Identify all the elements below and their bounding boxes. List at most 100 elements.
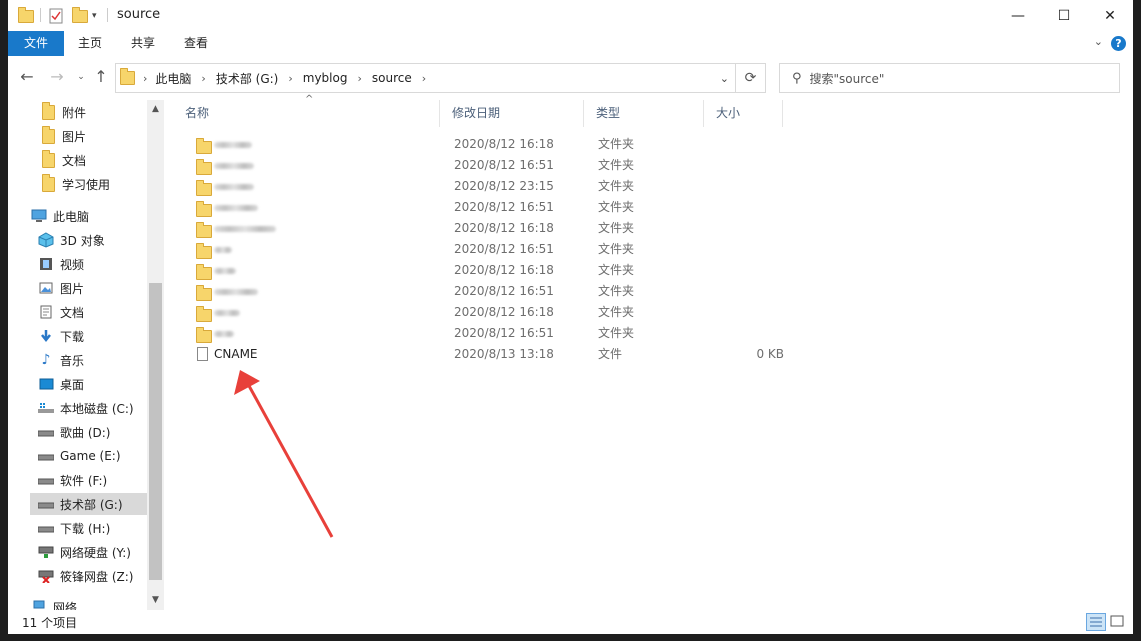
breadcrumb-separator-icon[interactable]: › bbox=[357, 72, 361, 85]
file-type: 文件夹 bbox=[598, 221, 635, 235]
sidebar-item-drive-g[interactable]: 技术部 (G:) bbox=[30, 493, 148, 515]
breadcrumb-separator-icon[interactable]: › bbox=[422, 72, 426, 85]
close-button[interactable]: ✕ bbox=[1087, 0, 1133, 31]
folder-icon bbox=[40, 101, 56, 120]
tab-share[interactable]: 共享 bbox=[125, 31, 161, 56]
table-row[interactable]: 2020/8/12 23:15 文件夹 bbox=[173, 176, 793, 197]
table-row[interactable]: 2020/8/12 16:51 文件夹 bbox=[173, 197, 793, 218]
minimize-button[interactable]: — bbox=[995, 0, 1041, 31]
expand-ribbon-icon[interactable]: ⌄ bbox=[1094, 35, 1103, 48]
sidebar-item-label: 文档 bbox=[62, 153, 87, 168]
breadcrumb-separator-icon[interactable]: › bbox=[288, 72, 292, 85]
column-header-name[interactable]: 名称 bbox=[173, 100, 440, 127]
network-drive-disconnected-icon bbox=[38, 569, 54, 583]
large-icons-view-button[interactable] bbox=[1108, 613, 1128, 631]
recent-locations-icon[interactable]: ⌄ bbox=[72, 72, 90, 82]
column-header-size[interactable]: 大小 bbox=[704, 100, 783, 127]
breadcrumb-myblog[interactable]: myblog bbox=[303, 71, 348, 85]
up-arrow-icon[interactable]: ↑ bbox=[92, 67, 110, 86]
customize-quick-access-icon[interactable]: ▾ bbox=[92, 7, 97, 25]
sidebar-item-pictures[interactable]: 图片 bbox=[38, 277, 84, 299]
blurred-name bbox=[214, 331, 234, 337]
sidebar-item-this-pc[interactable]: 此电脑 bbox=[31, 205, 89, 227]
table-row[interactable]: 2020/8/12 16:18 文件夹 bbox=[173, 302, 793, 323]
forward-arrow-icon[interactable]: → bbox=[48, 67, 66, 86]
sidebar-item-drive-f[interactable]: 软件 (F:) bbox=[38, 469, 107, 491]
folder-icon bbox=[40, 173, 56, 192]
drive-icon bbox=[38, 521, 54, 535]
drive-icon bbox=[38, 425, 54, 439]
new-folder-icon[interactable] bbox=[72, 6, 88, 25]
sidebar-item-pictures-folder[interactable]: 图片 bbox=[40, 125, 86, 147]
table-row[interactable]: 2020/8/12 16:51 文件夹 bbox=[173, 323, 793, 344]
sidebar-scrollbar[interactable]: ▲ ▼ bbox=[147, 100, 164, 610]
table-row[interactable]: 2020/8/12 16:18 文件夹 bbox=[173, 134, 793, 155]
sidebar-item-drive-c[interactable]: 本地磁盘 (C:) bbox=[38, 397, 134, 419]
table-row[interactable]: 2020/8/12 16:18 文件夹 bbox=[173, 260, 793, 281]
sidebar-item-label: 文档 bbox=[60, 305, 85, 320]
file-name: CNAME bbox=[214, 347, 258, 361]
scroll-down-icon[interactable]: ▼ bbox=[147, 595, 164, 605]
file-size bbox=[704, 176, 784, 197]
sidebar-item-label: 下载 bbox=[60, 329, 85, 344]
sidebar-item-downloads[interactable]: 下载 bbox=[38, 325, 84, 347]
folder-icon bbox=[196, 159, 212, 175]
sidebar-item-label: 网络硬盘 (Y:) bbox=[60, 545, 131, 560]
address-folder-icon bbox=[120, 68, 135, 86]
table-row[interactable]: 2020/8/12 16:18 文件夹 bbox=[173, 218, 793, 239]
table-row[interactable]: CNAME 2020/8/13 13:18 文件 0 KB bbox=[173, 344, 793, 365]
sidebar-item-drive-y[interactable]: 网络硬盘 (Y:) bbox=[38, 541, 131, 563]
breadcrumb-drive-g[interactable]: 技术部 (G:) bbox=[216, 70, 279, 87]
table-row[interactable]: 2020/8/12 16:51 文件夹 bbox=[173, 239, 793, 260]
sidebar-item-drive-e[interactable]: Game (E:) bbox=[38, 445, 121, 467]
maximize-button[interactable]: ☐ bbox=[1041, 0, 1087, 31]
sidebar-item-desktop[interactable]: 桌面 bbox=[38, 373, 84, 395]
address-dropdown-icon[interactable]: ⌄ bbox=[720, 72, 729, 85]
sidebar-item-label: 3D 对象 bbox=[60, 233, 105, 248]
tab-file[interactable]: 文件 bbox=[8, 31, 64, 56]
sidebar-item-drive-d[interactable]: 歌曲 (D:) bbox=[38, 421, 110, 443]
back-arrow-icon[interactable]: ← bbox=[18, 67, 36, 86]
folder-icon bbox=[196, 264, 212, 280]
file-modified: 2020/8/12 16:18 bbox=[454, 263, 554, 277]
table-row[interactable]: 2020/8/12 16:51 文件夹 bbox=[173, 155, 793, 176]
column-header-modified[interactable]: 修改日期 bbox=[440, 100, 584, 127]
file-size bbox=[704, 239, 784, 260]
properties-icon[interactable] bbox=[49, 7, 63, 25]
sidebar-item-study[interactable]: 学习使用 bbox=[40, 173, 110, 195]
quick-access-folder-icon[interactable] bbox=[18, 6, 34, 25]
breadcrumb-separator-icon[interactable]: › bbox=[201, 72, 205, 85]
column-header-type[interactable]: 类型 bbox=[584, 100, 704, 127]
tab-view[interactable]: 查看 bbox=[178, 31, 214, 56]
file-name bbox=[214, 155, 254, 176]
sidebar-item-3d-objects[interactable]: 3D 对象 bbox=[38, 229, 105, 251]
sidebar-item-music[interactable]: ♪ 音乐 bbox=[38, 349, 84, 371]
drive-icon bbox=[38, 497, 54, 511]
help-icon[interactable]: ? bbox=[1111, 36, 1126, 51]
refresh-button[interactable]: ⟳ bbox=[736, 63, 766, 93]
status-bar: 11 个项目 bbox=[8, 610, 1133, 634]
address-bar[interactable]: › 此电脑 › 技术部 (G:) › myblog › source › ⌄ bbox=[115, 63, 736, 93]
sidebar-item-documents-folder[interactable]: 文档 bbox=[40, 149, 86, 171]
breadcrumb-source[interactable]: source bbox=[372, 71, 412, 85]
breadcrumb-separator-icon[interactable]: › bbox=[143, 72, 147, 85]
background-window-right bbox=[1133, 0, 1141, 641]
sidebar-item-drive-h[interactable]: 下载 (H:) bbox=[38, 517, 110, 539]
sidebar-item-network[interactable]: 网络 bbox=[31, 596, 77, 610]
breadcrumb-this-pc[interactable]: 此电脑 bbox=[155, 70, 191, 87]
file-modified: 2020/8/12 16:51 bbox=[454, 242, 554, 256]
search-box[interactable]: ⚲ 搜索"source" bbox=[779, 63, 1120, 93]
details-view-button[interactable] bbox=[1086, 613, 1106, 631]
blurred-name bbox=[214, 205, 258, 211]
tab-home[interactable]: 主页 bbox=[72, 31, 108, 56]
sidebar-item-videos[interactable]: 视频 bbox=[38, 253, 84, 275]
sidebar-item-attachments[interactable]: 附件 bbox=[40, 101, 86, 123]
table-row[interactable]: 2020/8/12 16:51 文件夹 bbox=[173, 281, 793, 302]
computer-icon bbox=[31, 209, 47, 223]
scrollbar-thumb[interactable] bbox=[149, 283, 162, 580]
sidebar-item-documents[interactable]: 文档 bbox=[38, 301, 84, 323]
sidebar-item-drive-z[interactable]: 筱锋网盘 (Z:) bbox=[38, 565, 133, 587]
document-icon bbox=[38, 305, 54, 319]
file-size bbox=[704, 281, 784, 302]
scroll-up-icon[interactable]: ▲ bbox=[147, 104, 164, 114]
